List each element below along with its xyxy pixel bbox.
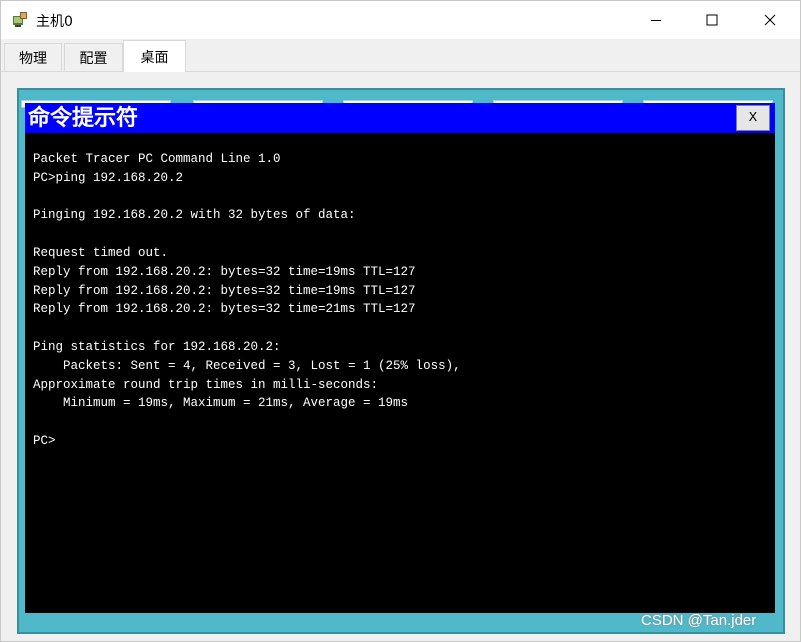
maximize-button[interactable] [689, 1, 735, 39]
command-prompt-window: 命令提示符 X Packet Tracer PC Command Line 1.… [25, 103, 775, 613]
desktop-panel: 命令提示符 X Packet Tracer PC Command Line 1.… [1, 72, 800, 641]
command-prompt-title-bar[interactable]: 命令提示符 X [25, 103, 775, 133]
tab-desktop[interactable]: 桌面 [123, 40, 186, 72]
tab-bar: 物理 配置 桌面 [1, 39, 800, 72]
tab-config[interactable]: 配置 [64, 43, 123, 71]
command-prompt-title: 命令提示符 [28, 105, 139, 131]
title-bar[interactable]: 主机0 [1, 1, 800, 39]
close-button[interactable] [747, 1, 793, 39]
window-title: 主机0 [36, 14, 73, 30]
close-icon [764, 14, 776, 26]
maximize-icon [706, 14, 718, 26]
command-prompt-close-button[interactable]: X [736, 105, 770, 131]
host-window: 主机0 物理 配置 桌面 命令提示符 X Packet Tracer PC Co… [0, 0, 801, 642]
packet-tracer-pc-icon [13, 12, 27, 27]
minimize-icon [651, 20, 661, 21]
minimize-button[interactable] [633, 1, 679, 39]
terminal-output[interactable]: Packet Tracer PC Command Line 1.0 PC>pin… [33, 150, 763, 600]
desktop-frame: 命令提示符 X Packet Tracer PC Command Line 1.… [17, 88, 785, 634]
watermark: CSDN @Tan.jder [641, 612, 757, 629]
tab-physical[interactable]: 物理 [4, 43, 62, 71]
